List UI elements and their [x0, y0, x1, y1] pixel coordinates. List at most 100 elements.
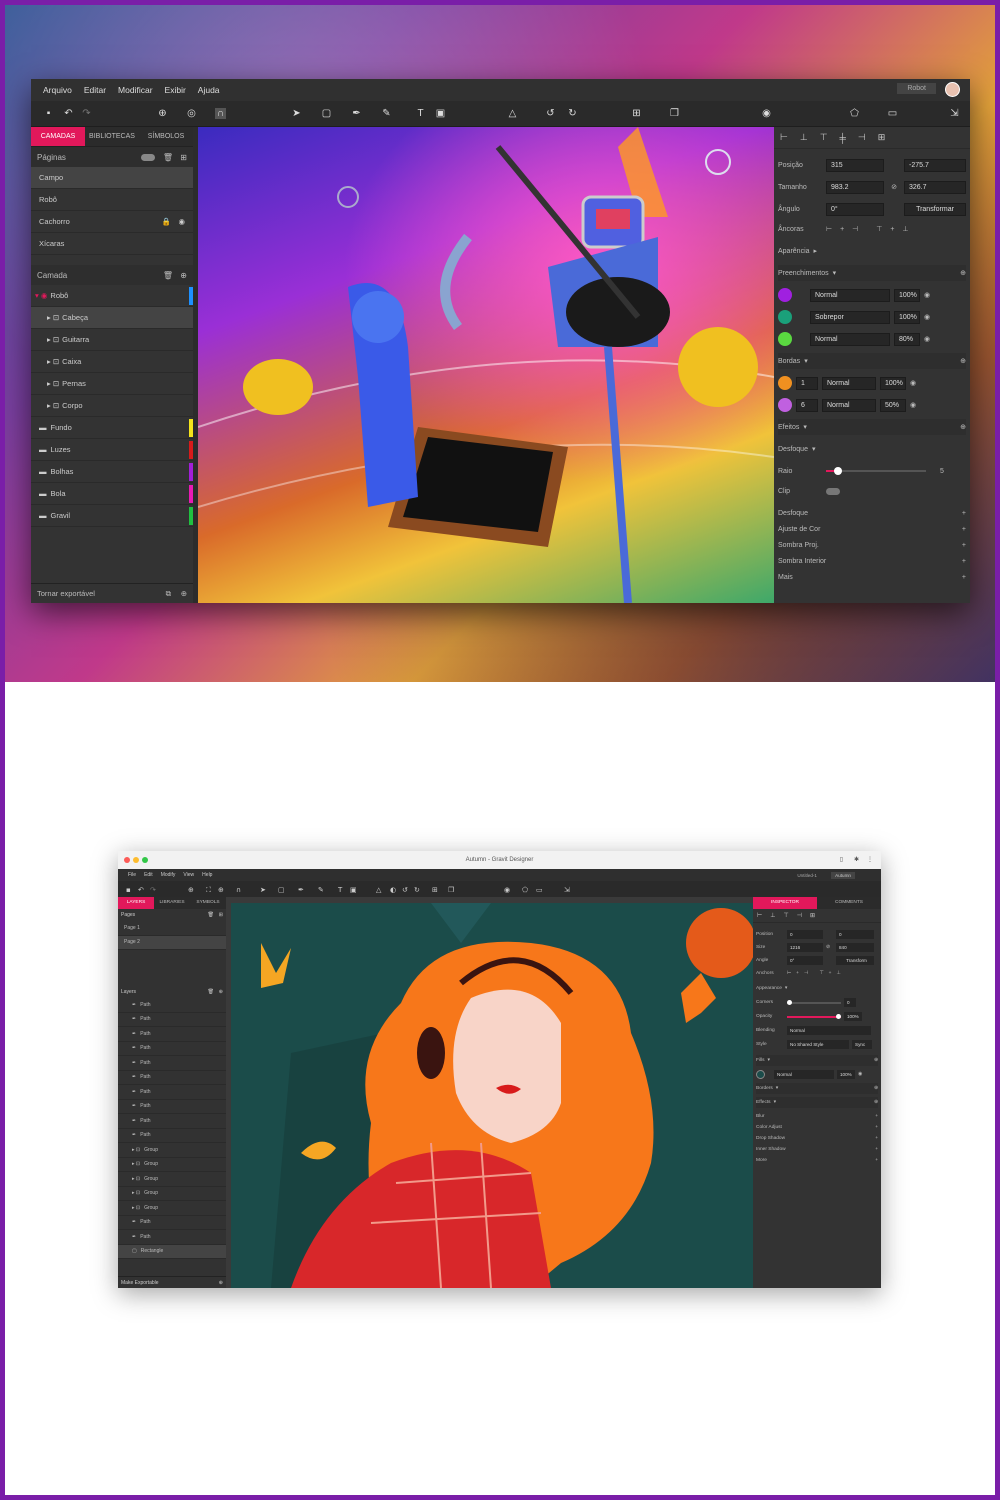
fill-swatch[interactable]	[756, 1070, 765, 1079]
height-input[interactable]: 840	[836, 943, 874, 952]
trash-icon[interactable]: 🗑	[163, 271, 173, 280]
border-width[interactable]: 1	[796, 376, 818, 390]
frame-icon[interactable]: ▭	[887, 108, 898, 119]
export-settings-icon[interactable]: ⧉	[166, 584, 171, 604]
border-mode-select[interactable]: Normal	[822, 376, 876, 390]
width-input[interactable]: 983.2	[826, 180, 884, 194]
layer-item[interactable]: ▸ ⊡ Group	[118, 1172, 226, 1187]
trash-icon[interactable]: 🗑	[208, 986, 214, 998]
layer-item[interactable]: ▸ ⊡ Group	[118, 1158, 226, 1172]
mask-icon[interactable]: ◉	[761, 108, 772, 119]
layer-item[interactable]: ✒ Path	[118, 1085, 226, 1100]
redo-icon[interactable]: ↷	[81, 108, 92, 119]
layer-item[interactable]: ✒ Path	[118, 1216, 226, 1230]
border-mode-select[interactable]: Normal	[822, 398, 876, 412]
menu-file[interactable]: File	[128, 872, 136, 878]
fill-opacity[interactable]: 80%	[894, 332, 920, 346]
layer-item[interactable]: ▾ ◉ Robô	[31, 285, 193, 307]
pen-icon[interactable]: ✒	[351, 108, 362, 119]
layer-item[interactable]: ✒ Path	[118, 1056, 226, 1071]
make-exportable-bar[interactable]: Make Exportable ⊕	[118, 1276, 226, 1288]
boolean-icon[interactable]: ⬠	[849, 108, 860, 119]
align-right-icon[interactable]: ⊣	[858, 132, 866, 143]
layer-item[interactable]: ✒ Path	[118, 1129, 226, 1143]
layer-item[interactable]: ▸ ⊡ Pernas	[31, 373, 193, 395]
make-exportable-bar[interactable]: Tornar exportável ⧉ ⊕	[31, 583, 193, 603]
fill-opacity[interactable]: 100%	[894, 288, 920, 302]
style-select[interactable]: No Shared Style	[787, 1040, 849, 1049]
more-icon[interactable]: ⋮	[867, 851, 873, 869]
appearance-row[interactable]: Appearance ▾	[756, 983, 878, 994]
triangle-icon[interactable]: △	[507, 108, 518, 119]
align-center-icon[interactable]: ⊥	[800, 132, 808, 143]
angle-input[interactable]: 0°	[787, 956, 823, 965]
fill-opacity[interactable]: 100%	[894, 310, 920, 324]
fill-mode-select[interactable]: Normal	[810, 332, 890, 346]
effect-item[interactable]: Sombra Interior +	[778, 553, 966, 569]
tab-layers[interactable]: CAMADAS	[31, 127, 85, 146]
view-icon[interactable]: ◎	[186, 108, 197, 119]
layer-item[interactable]: ▬ Luzes	[31, 439, 193, 461]
maximize-button[interactable]	[142, 857, 148, 863]
menu-arquivo[interactable]: Arquivo	[43, 85, 72, 95]
trash-icon[interactable]: 🗑	[163, 153, 173, 162]
align-center-icon[interactable]: ⊥	[770, 912, 775, 919]
layer-item[interactable]: ✒ Path	[118, 1100, 226, 1114]
effect-item[interactable]: Sombra Proj. +	[778, 537, 966, 553]
x-input[interactable]: 0	[787, 930, 823, 939]
menu-modify[interactable]: Modify	[161, 872, 176, 878]
add-export-icon[interactable]: ⊕	[181, 584, 187, 604]
layer-item[interactable]: ✒ Path	[118, 1013, 226, 1027]
y-input[interactable]: -275.7	[904, 158, 966, 172]
x-input[interactable]: 315	[826, 158, 884, 172]
fill-swatch[interactable]	[778, 288, 792, 302]
border-swatch[interactable]	[778, 398, 792, 412]
menu-edit[interactable]: Edit	[144, 872, 153, 878]
layer-item[interactable]: ▬ Bola	[31, 483, 193, 505]
align-left-icon[interactable]: ⊢	[757, 912, 762, 919]
rotate-right-icon[interactable]: ↻	[567, 108, 578, 119]
align-top-icon[interactable]: ⊤	[783, 912, 788, 919]
undo-icon[interactable]: ↶	[63, 108, 74, 119]
eye-icon[interactable]: ◉	[910, 379, 916, 387]
zoom-icon[interactable]: ⊕	[157, 108, 168, 119]
menu-ajuda[interactable]: Ajuda	[198, 85, 220, 95]
y-input[interactable]: 0	[836, 930, 874, 939]
layer-item[interactable]: ▸ ⊡ Guitarra	[31, 329, 193, 351]
layer-item[interactable]: ▸ ⊡ Caixa	[31, 351, 193, 373]
add-border-icon[interactable]: ⊕	[874, 1086, 878, 1091]
doc-tab[interactable]: Untitled-1	[797, 873, 817, 878]
eye-icon[interactable]: ◉	[924, 313, 930, 321]
distribute-icon[interactable]: ⊞	[878, 132, 886, 143]
page-item[interactable]: Robô	[31, 189, 193, 211]
layer-item[interactable]: ▸ ⊡ Group	[118, 1187, 226, 1201]
menu-editar[interactable]: Editar	[84, 85, 106, 95]
doc-tab-active[interactable]: Autumn	[831, 871, 855, 879]
menu-modificar[interactable]: Modificar	[118, 85, 152, 95]
effect-item[interactable]: Drop Shadow +	[756, 1133, 878, 1144]
fill-mode-select[interactable]: Sobrepor	[810, 310, 890, 324]
layer-item[interactable]: ✒ Path	[118, 1230, 226, 1245]
fill-opacity[interactable]: 100%	[837, 1070, 855, 1079]
eye-icon[interactable]: ◉	[178, 217, 185, 226]
layer-item[interactable]: ▢ Rectangle	[118, 1244, 226, 1259]
link-icon[interactable]: ⊘	[888, 183, 900, 191]
anchor-controls[interactable]: ⊢+⊣ ⊤+⊥	[787, 971, 846, 976]
effect-item[interactable]: Mais +	[778, 569, 966, 585]
share-icon[interactable]: ▯	[840, 851, 843, 869]
menu-view[interactable]: View	[183, 872, 194, 878]
radius-value[interactable]: 5	[940, 468, 944, 475]
distribute-icon[interactable]: ⊞	[810, 912, 815, 919]
add-page-icon[interactable]: ⊞	[180, 153, 187, 162]
layer-item[interactable]: ▬ Fundo	[31, 417, 193, 439]
plugin-icon[interactable]: ✱	[854, 851, 859, 869]
appearance-row[interactable]: Aparência ▸	[778, 243, 966, 259]
layer-item[interactable]: ▸ ⊡ Group	[118, 1143, 226, 1158]
layer-item[interactable]: ✒ Path	[118, 1042, 226, 1056]
align-right-icon[interactable]: ⊣	[797, 912, 802, 919]
link-icon[interactable]: ⊘	[826, 945, 833, 950]
border-swatch[interactable]	[778, 376, 792, 390]
border-width[interactable]: 6	[796, 398, 818, 412]
add-fill-icon[interactable]: ⊕	[960, 269, 966, 277]
corners-value[interactable]: 0	[844, 998, 856, 1007]
